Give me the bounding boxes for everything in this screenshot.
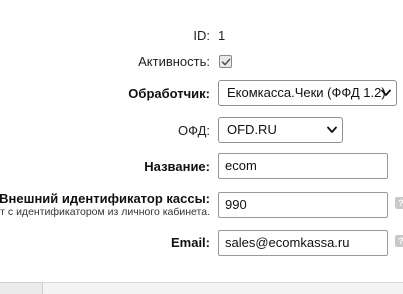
handler-label: Обработчик:	[128, 86, 210, 101]
active-checkbox[interactable]	[219, 55, 232, 68]
name-label: Название:	[144, 159, 210, 174]
bottom-tab[interactable]	[0, 282, 43, 294]
chevron-down-icon	[381, 89, 391, 96]
external-id-label: Внешний идентификатор кассы:	[0, 191, 210, 206]
name-input[interactable]: ecom	[218, 153, 388, 179]
cashbox-settings-form: ID: 1 Активность: Обработчик: Екомкасса.…	[0, 0, 403, 294]
external-id-hint: ет с идентификатором из личного кабинета…	[0, 206, 210, 218]
ofd-label: ОФД:	[178, 123, 210, 138]
id-value: 1	[218, 28, 226, 43]
email-input[interactable]: sales@ecomkassa.ru	[218, 230, 388, 256]
checkmark-icon	[221, 58, 231, 66]
ofd-select[interactable]: OFD.RU	[218, 117, 343, 143]
external-id-input[interactable]: 990	[218, 192, 388, 218]
help-icon[interactable]: ?	[395, 235, 403, 247]
help-icon[interactable]: ?	[395, 197, 403, 209]
handler-select[interactable]: Екомкасса.Чеки (ФФД 1.2)	[218, 80, 397, 106]
bottom-bar	[0, 282, 403, 294]
chevron-down-icon	[327, 126, 337, 133]
handler-select-value: Екомкасса.Чеки (ФФД 1.2)	[227, 85, 386, 100]
active-label: Активность:	[138, 54, 210, 69]
email-label: Email:	[170, 235, 210, 250]
id-label: ID:	[193, 28, 210, 43]
ofd-select-value: OFD.RU	[227, 122, 277, 137]
